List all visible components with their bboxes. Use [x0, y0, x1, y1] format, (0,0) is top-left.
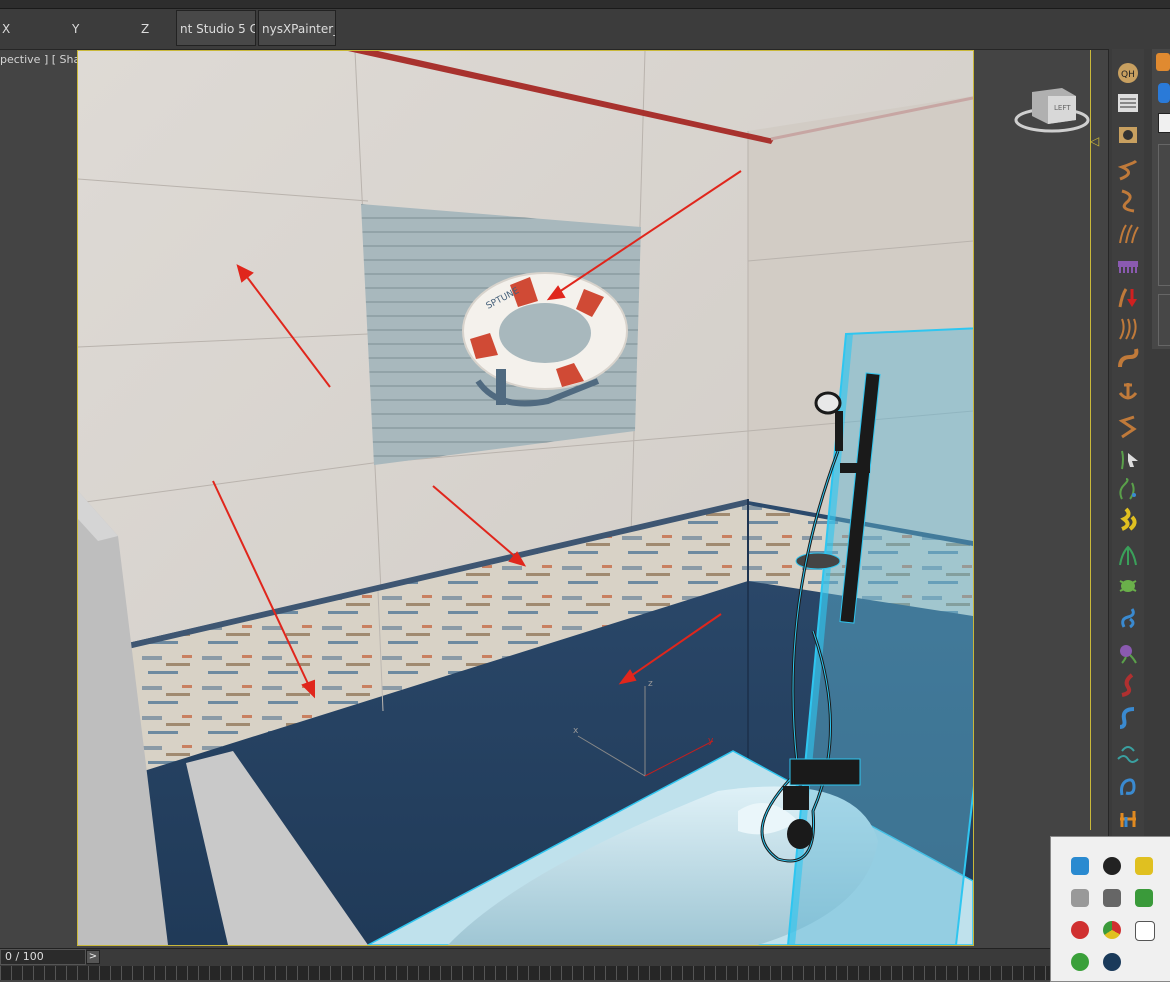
svg-text:QH: QH: [1121, 70, 1135, 80]
hair-curl-icon[interactable]: [1116, 159, 1140, 183]
viewport-pin-icon[interactable]: ◁: [1090, 134, 1099, 148]
toolbar: X Y Z nt Studio 5 Co nysXPainter_V: [0, 9, 1170, 50]
axis-x-label: x: [573, 726, 579, 736]
plugin-tab-2[interactable]: nysXPainter_V: [258, 10, 336, 46]
rollout-panel: [1158, 144, 1170, 286]
viewport-scene: SPTUNE z x y: [78, 51, 973, 945]
viewcube-face-label: LEFT: [1054, 104, 1071, 112]
coord-z-label: Z: [141, 22, 150, 36]
nvidia-icon[interactable]: [1135, 889, 1153, 907]
yellow-hair-icon[interactable]: [1116, 507, 1140, 531]
next-frame-button[interactable]: >: [86, 950, 100, 964]
green-hair-icon[interactable]: [1116, 543, 1140, 567]
home-icon[interactable]: [1135, 921, 1155, 941]
tray-app-icon-3[interactable]: [1135, 857, 1153, 875]
chrome-icon[interactable]: [1103, 921, 1121, 939]
list-icon[interactable]: [1116, 91, 1140, 115]
geometry-icon[interactable]: [1158, 83, 1170, 103]
axis-z-label: z: [648, 679, 653, 689]
purple-hair-icon[interactable]: [1116, 641, 1140, 665]
title-strip: [0, 0, 1170, 9]
water-icon[interactable]: [1116, 741, 1140, 765]
hook-icon[interactable]: [1116, 189, 1140, 213]
comb-icon[interactable]: [1116, 253, 1140, 277]
grass-icon[interactable]: [1116, 221, 1140, 245]
viewport-perspective[interactable]: SPTUNE z x y: [77, 50, 974, 946]
tray-app-icon-4[interactable]: [1071, 889, 1089, 907]
timeline-track[interactable]: [0, 966, 1170, 980]
coord-x-label: X: [2, 22, 11, 36]
gradient-hair-icon[interactable]: [1116, 805, 1140, 829]
name-field[interactable]: [1158, 113, 1170, 133]
tray-app-icon-5[interactable]: [1103, 889, 1121, 907]
arrow-down-icon[interactable]: [1116, 285, 1140, 309]
tray-app-icon-2[interactable]: [1103, 857, 1121, 875]
timeline-bar: [0, 948, 1170, 967]
command-panel: [1152, 49, 1170, 349]
red-strand-icon[interactable]: [1116, 673, 1140, 697]
rope-icon[interactable]: [1116, 347, 1140, 371]
viewcube[interactable]: LEFT: [1014, 82, 1090, 134]
blue-hook-icon[interactable]: [1116, 705, 1140, 729]
blue-curl-icon[interactable]: [1116, 605, 1140, 629]
cursor-icon[interactable]: [1116, 447, 1140, 471]
frizz-icon[interactable]: [1116, 477, 1140, 501]
system-tray-popup: [1050, 836, 1170, 982]
plugin-tab-1[interactable]: nt Studio 5 Co: [176, 10, 256, 46]
create-tab-icon[interactable]: [1156, 53, 1170, 71]
qh-icon[interactable]: QH: [1116, 61, 1140, 85]
wave-icon[interactable]: [1116, 317, 1140, 341]
coord-y-label: Y: [72, 22, 80, 36]
tray-app-icon-1[interactable]: [1071, 857, 1089, 875]
bug-icon[interactable]: [1116, 573, 1140, 597]
tray-app-icon-7[interactable]: [1071, 921, 1089, 939]
steam-icon[interactable]: [1103, 953, 1121, 971]
anchor-icon[interactable]: [1116, 379, 1140, 403]
rollout-panel-2: [1158, 294, 1170, 346]
braid-icon[interactable]: [1116, 415, 1140, 439]
utorrent-icon[interactable]: [1071, 953, 1089, 971]
frame-counter[interactable]: 0 / 100: [0, 949, 86, 965]
render-icon[interactable]: [1116, 123, 1140, 147]
axis-y-label: y: [708, 736, 714, 746]
fish-icon[interactable]: [1116, 773, 1140, 797]
